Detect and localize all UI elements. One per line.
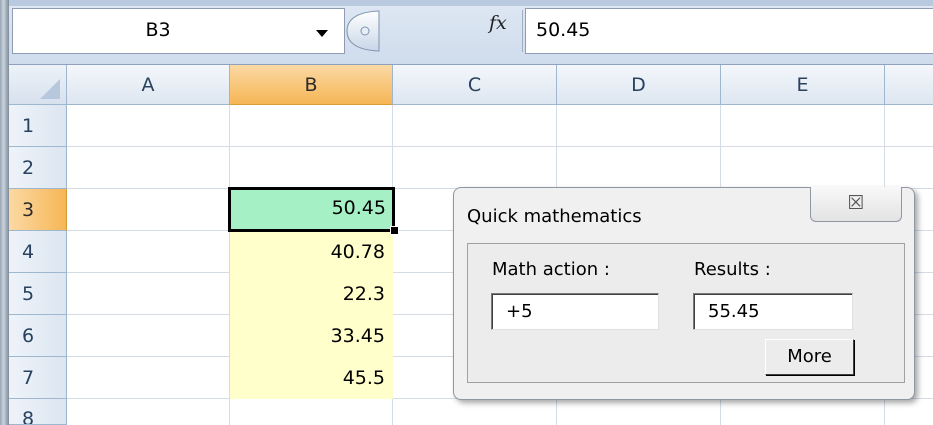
row-header-2[interactable]: 2 xyxy=(9,147,67,189)
chevron-down-icon[interactable] xyxy=(316,30,328,37)
formula-separator xyxy=(522,10,523,52)
cell-b7[interactable]: 45.5 xyxy=(230,357,393,399)
row-header-8[interactable]: 8 xyxy=(9,399,67,425)
formula-input[interactable]: 50.45 xyxy=(525,8,933,54)
column-header-a[interactable]: A xyxy=(67,65,230,105)
fill-handle[interactable] xyxy=(390,226,399,235)
select-all-button[interactable] xyxy=(9,65,67,105)
cell-b6[interactable]: 33.45 xyxy=(230,315,393,357)
results-label: Results : xyxy=(694,259,771,280)
formula-value: 50.45 xyxy=(536,19,591,41)
dialog-title: Quick mathematics xyxy=(467,206,642,227)
close-icon: ☒ xyxy=(847,192,865,214)
row-header-7[interactable]: 7 xyxy=(9,357,67,399)
more-button[interactable]: More xyxy=(765,339,854,375)
column-header-b[interactable]: B xyxy=(230,65,393,105)
row-header-4[interactable]: 4 xyxy=(9,231,67,273)
results-field[interactable]: 55.45 xyxy=(693,293,853,330)
cell-b4[interactable]: 40.78 xyxy=(230,231,393,273)
cell-b5[interactable]: 22.3 xyxy=(230,273,393,315)
close-button[interactable]: ☒ xyxy=(810,187,902,222)
select-all-triangle-icon xyxy=(40,79,60,99)
row-header-3[interactable]: 3 xyxy=(9,189,67,231)
row-header-6[interactable]: 6 xyxy=(9,315,67,357)
column-header-c[interactable]: C xyxy=(393,65,557,105)
fx-icon[interactable]: fx xyxy=(489,12,507,34)
name-box[interactable]: B3 xyxy=(12,8,345,54)
column-header-f-partial[interactable] xyxy=(885,65,933,105)
formula-bar: B3 fx 50.45 xyxy=(9,0,933,65)
row-header-1[interactable]: 1 xyxy=(9,105,67,147)
column-header-d[interactable]: D xyxy=(557,65,721,105)
gridline xyxy=(67,146,933,147)
cell-b3-active[interactable]: 50.45 xyxy=(228,187,395,232)
math-action-input[interactable]: +5 xyxy=(491,293,659,330)
math-action-label: Math action : xyxy=(492,259,610,280)
formula-bar-top-edge xyxy=(9,0,933,6)
column-header-e[interactable]: E xyxy=(721,65,885,105)
row-header-5[interactable]: 5 xyxy=(9,273,67,315)
name-box-value: B3 xyxy=(145,19,171,41)
dialog-group-frame: Math action : Results : +5 55.45 More xyxy=(467,243,905,383)
formula-bar-splitter-handle[interactable] xyxy=(345,10,380,52)
quick-mathematics-dialog: Quick mathematics ☒ Math action : Result… xyxy=(453,187,915,400)
